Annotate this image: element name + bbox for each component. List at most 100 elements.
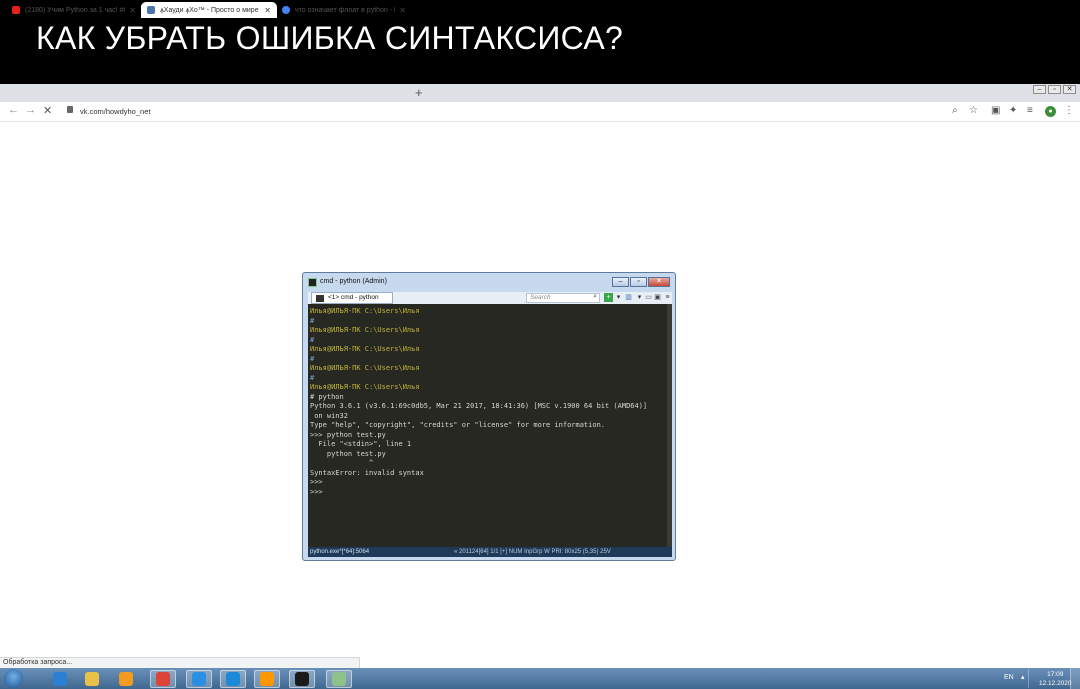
- back-icon[interactable]: ←: [8, 104, 19, 116]
- console-search-input[interactable]: Search ⌕: [526, 293, 600, 303]
- language-indicator[interactable]: EN: [1004, 674, 1014, 681]
- terminal-line: on win32: [310, 411, 348, 420]
- banner-title: КАК УБРАТЬ ОШИБКА СИНТАКСИСА?: [36, 20, 624, 56]
- window-icon[interactable]: ▭: [644, 293, 653, 302]
- status-details: « 201124[64] 1/1 [+] NUM InpGrp W PRI: 8…: [454, 549, 611, 555]
- maximize-button[interactable]: ▫: [1048, 85, 1061, 94]
- split-view-icon[interactable]: ▥: [624, 293, 633, 302]
- terminal-line: >>>: [310, 478, 323, 486]
- console-tab-label: <1> cmd - python: [328, 294, 379, 301]
- menu-list-icon[interactable]: ≡: [1027, 105, 1033, 116]
- console-window-controls: ‒ ▫ ✕: [612, 277, 670, 287]
- terminal-line: >>> python test.py: [310, 430, 386, 439]
- ie-icon: [53, 672, 67, 686]
- settings-menu-icon[interactable]: ≡: [663, 293, 672, 302]
- terminal-line: Илья@ИЛЬЯ-ПК C:\Users\Илья: [310, 364, 420, 372]
- bookmark-star-icon[interactable]: ☆: [969, 105, 978, 116]
- profile-avatar-icon[interactable]: ●: [1045, 106, 1056, 117]
- tab-label: ꙟХауди ꙟХо™ - Просто о мире: [160, 6, 259, 14]
- terminal-lines: Илья@ИЛЬЯ-ПК C:\Users\Илья # Илья@ИЛЬЯ-ПК …: [310, 307, 647, 497]
- more-menu-icon[interactable]: ⋮: [1064, 105, 1074, 116]
- terminal-line: python test.py: [310, 449, 386, 458]
- minimize-button[interactable]: ‒: [1033, 85, 1046, 94]
- terminal-line: # python: [310, 392, 344, 401]
- taskbar-app-button[interactable]: [150, 670, 176, 688]
- terminal-line: #: [310, 373, 315, 382]
- terminal-icon: [316, 294, 324, 302]
- taskbar-app-button[interactable]: [254, 670, 280, 688]
- close-icon[interactable]: ✕: [399, 6, 406, 15]
- chrome-icon: [156, 672, 170, 686]
- console-icon: [295, 672, 309, 686]
- forward-icon[interactable]: →: [25, 104, 36, 116]
- taskbar-app-button[interactable]: [79, 670, 105, 688]
- browser-tab-google[interactable]: что означает флоат в python - П ✕: [276, 2, 412, 18]
- tray-clock[interactable]: 17:09 12.12.2020: [1039, 670, 1072, 688]
- tray-divider: [1028, 669, 1029, 688]
- layout-icon[interactable]: ▣: [653, 293, 662, 302]
- terminal-line: Type "help", "copyright", "credits" or "…: [310, 421, 606, 429]
- terminal-line: File "<stdin>", line 1: [310, 440, 412, 448]
- taskbar-app-button[interactable]: [289, 670, 315, 688]
- dropdown-icon[interactable]: ▾: [635, 293, 644, 302]
- terminal-line: >>>: [310, 487, 323, 496]
- terminal-line: Python 3.6.1 (v3.6.1:69c0db5, Mar 21 201…: [310, 402, 648, 410]
- terminal-line: ^: [310, 459, 374, 467]
- console-minimize-button[interactable]: ‒: [612, 277, 629, 287]
- browser-window-controls: ‒ ▫ ✕: [1033, 85, 1076, 94]
- taskbar-app-button[interactable]: [326, 670, 352, 688]
- close-icon[interactable]: ✕: [264, 6, 271, 15]
- console-title: cmd - python (Admin): [320, 278, 387, 285]
- conemu-icon: [308, 278, 317, 287]
- address-bar: [0, 102, 1080, 122]
- terminal-scrollbar[interactable]: [667, 304, 672, 547]
- puzzle-icon[interactable]: ✦: [1009, 105, 1017, 116]
- taskbar-app-button[interactable]: [113, 670, 139, 688]
- tab-label: что означает флоат в python - П: [295, 6, 396, 14]
- new-tab-button[interactable]: +: [415, 84, 423, 101]
- console-window: cmd - python (Admin) ‒ ▫ ✕ <1> cmd - pyt…: [302, 272, 676, 561]
- console-tab[interactable]: <1> cmd - python: [311, 292, 393, 304]
- terminal-line: Илья@ИЛЬЯ-ПК C:\Users\Илья: [310, 326, 420, 334]
- close-icon[interactable]: ✕: [129, 6, 136, 15]
- explorer-icon: [85, 672, 99, 686]
- console-maximize-button[interactable]: ▫: [630, 277, 647, 287]
- show-desktop-button[interactable]: [1070, 668, 1080, 689]
- tray-expand-icon[interactable]: ▴: [1021, 673, 1025, 681]
- taskbar-app-button[interactable]: [220, 670, 246, 688]
- terminal-line: Илья@ИЛЬЯ-ПК C:\Users\Илья: [310, 383, 420, 391]
- stop-loading-icon[interactable]: ✕: [43, 104, 52, 117]
- clock-date: 12.12.2020: [1039, 680, 1072, 687]
- taskbar-app-button[interactable]: [47, 670, 73, 688]
- start-button[interactable]: [4, 669, 23, 688]
- terminal-output[interactable]: Илья@ИЛЬЯ-ПК C:\Users\Илья # Илья@ИЛЬЯ-ПК …: [308, 304, 672, 547]
- terminal-line: #: [310, 335, 315, 344]
- browser-tab-vk[interactable]: ꙟХауди ꙟХо™ - Просто о мире ✕: [141, 2, 277, 18]
- dropdown-icon[interactable]: ▾: [614, 293, 623, 302]
- youtube-icon: [12, 6, 20, 14]
- terminal-line: #: [310, 354, 315, 363]
- google-icon: [282, 6, 290, 14]
- sublime-icon: [260, 672, 274, 686]
- extension-icon[interactable]: ▣: [991, 105, 1000, 116]
- browser-tab-youtube[interactable]: (2180) Учим Python за 1 час! #С ✕: [6, 2, 142, 18]
- app-z-icon: [226, 672, 240, 686]
- terminal-line: Илья@ИЛЬЯ-ПК C:\Users\Илья: [310, 307, 420, 315]
- new-console-icon[interactable]: +: [604, 293, 613, 302]
- app-w-icon: [192, 672, 206, 686]
- search-placeholder: Search: [530, 294, 551, 301]
- close-button[interactable]: ✕: [1063, 85, 1076, 94]
- clock-time: 17:09: [1047, 671, 1064, 678]
- terminal-line: SyntaxError: invalid syntax: [310, 468, 424, 477]
- browser-tab-bar: [0, 84, 1080, 102]
- console-close-button[interactable]: ✕: [648, 277, 670, 287]
- terminal-line: Илья@ИЛЬЯ-ПК C:\Users\Илья: [310, 345, 420, 353]
- console-status-bar: python.exe*[*64]:5064 « 201124[64] 1/1 […: [308, 547, 672, 557]
- taskbar-app-button[interactable]: [186, 670, 212, 688]
- tab-label: (2180) Учим Python за 1 час! #С: [25, 6, 126, 14]
- conemu-icon: [332, 672, 346, 686]
- zoom-icon[interactable]: ⌕: [952, 105, 958, 116]
- lock-icon: [67, 106, 73, 113]
- search-icon: ⌕: [593, 293, 597, 300]
- url-field[interactable]: vk.com/howdyho_net: [80, 107, 150, 116]
